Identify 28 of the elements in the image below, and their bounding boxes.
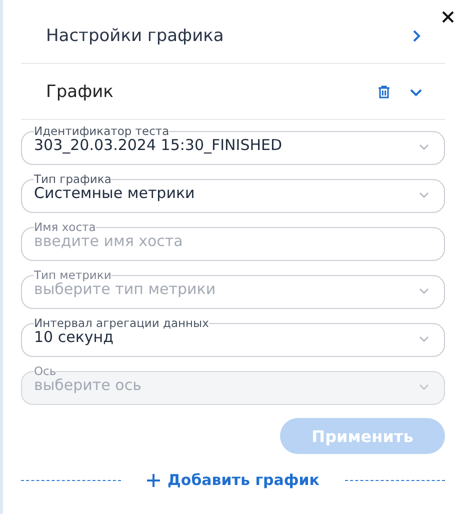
field-label: Ось (34, 366, 56, 376)
field-label: Имя хоста (34, 222, 96, 232)
close-icon[interactable] (441, 10, 455, 24)
dropdown-field[interactable]: Тип графика Системные метрики (21, 174, 445, 213)
add-chart-button[interactable]: Добавить график (134, 471, 332, 489)
plus-icon (146, 474, 160, 486)
input-field[interactable]: введите имя хоста (34, 232, 416, 250)
chevron-down-icon (418, 383, 430, 391)
field-value: 303_20.03.2024 15:30_FINISHED (34, 136, 282, 154)
dropdown-field[interactable]: Идентификатор теста 303_20.03.2024 15:30_FINISHED (21, 126, 445, 165)
chevron-down-icon (418, 143, 430, 151)
field-value: 10 секунд (34, 328, 114, 346)
field-value: Системные метрики (34, 184, 195, 202)
chevron-down-icon (418, 191, 430, 199)
dropdown-field[interactable]: Интервал агрегации данных 10 секунд (21, 318, 445, 357)
dropdown-field[interactable]: Тип метрики выберите тип метрики (21, 270, 445, 309)
section-title: Настройки графика (46, 26, 225, 46)
field-label: Тип метрики (34, 270, 112, 280)
section-title: График (46, 82, 114, 102)
field-placeholder: выберите тип метрики (34, 280, 216, 298)
chevron-down-icon (418, 335, 430, 343)
text-field[interactable]: Имя хоста введите имя хоста (21, 222, 445, 261)
chevron-down-icon (418, 287, 430, 295)
field-label: Тип графика (34, 174, 112, 184)
field-label: Идентификатор теста (34, 126, 170, 136)
field-placeholder: выберите ось (34, 376, 142, 394)
trash-icon[interactable] (377, 84, 391, 98)
field-label: Интервал агрегации данных (34, 318, 209, 328)
